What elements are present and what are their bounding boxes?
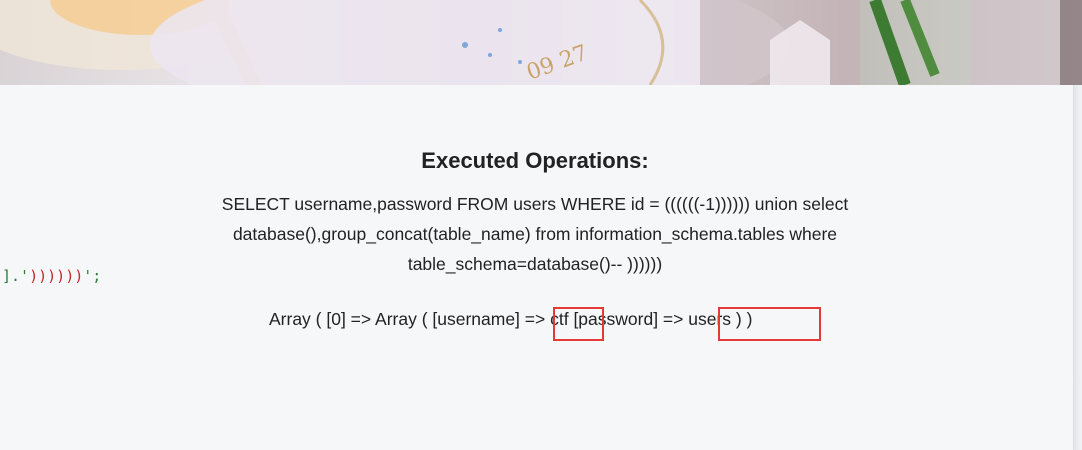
sql-query-line: table_schema=database()-- )))))) xyxy=(407,254,663,274)
sql-query-line: SELECT username,password FROM users WHER… xyxy=(221,194,849,214)
banner-illustration: 09 27 xyxy=(0,0,1082,85)
executed-operations-title: Executed Operations: xyxy=(421,148,649,173)
output-part: Array ( [0] => Array ( [username] xyxy=(269,309,525,329)
right-edge-border xyxy=(1073,85,1082,450)
source-code-fragment: ].'))))))'; xyxy=(2,267,101,285)
page: 09 27 Executed Operations: SELECT userna… xyxy=(0,0,1082,450)
code-suffix: '; xyxy=(83,267,102,285)
highlight-box-password xyxy=(718,307,821,341)
highlight-box-username xyxy=(553,307,604,341)
sql-query-line: database(),group_concat(table_name) from… xyxy=(232,224,838,244)
result-panel: Executed Operations: SELECT username,pas… xyxy=(0,85,1082,450)
code-parens: )))))) xyxy=(29,267,84,285)
code-prefix: ].' xyxy=(2,267,30,285)
header-banner-image: 09 27 xyxy=(0,0,1082,85)
sql-query-text: SELECT username,password FROM users WHER… xyxy=(190,189,880,279)
query-output: Array ( [0] => Array ( [username] => ctf… xyxy=(269,309,752,330)
